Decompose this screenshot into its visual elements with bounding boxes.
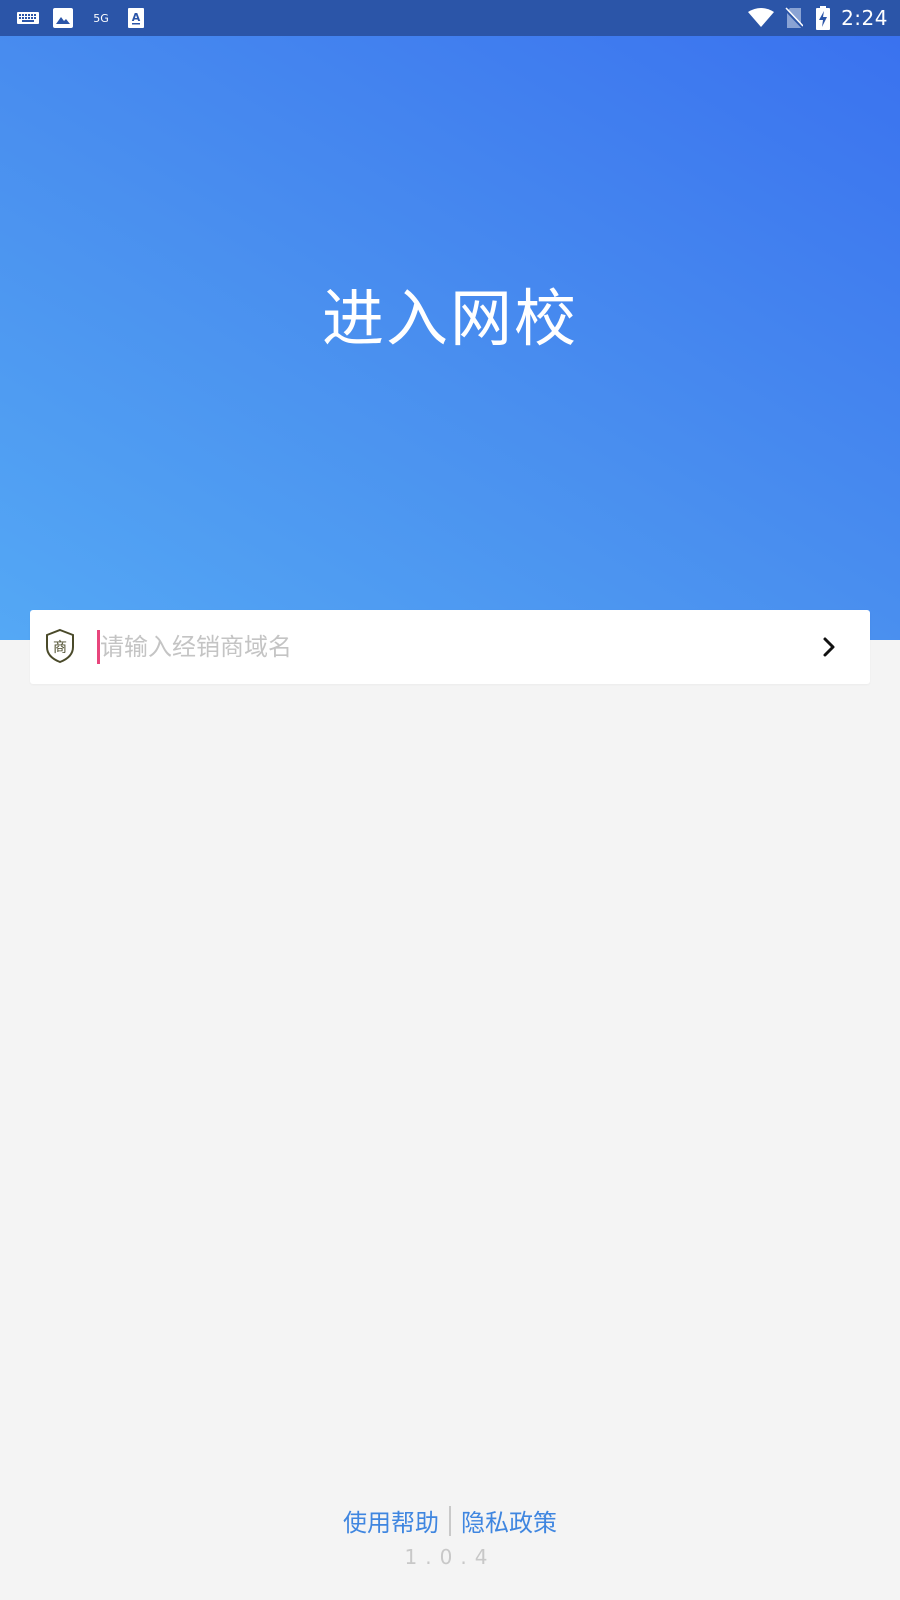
no-sim-icon [783,0,805,36]
version-label: 1.0.4 [404,1545,496,1569]
shop-badge-text: 商 [53,640,67,656]
domain-search-card: 商 [30,610,870,684]
hero-banner: 进入网校 [0,36,900,640]
image-icon [52,0,74,36]
5g-icon: 5G [93,11,109,25]
wifi-icon [747,0,775,36]
chevron-right-icon [823,637,835,657]
privacy-policy-link[interactable]: 隐私政策 [461,1503,557,1538]
shop-badge-icon: 商 [44,628,76,664]
status-bar: 5G A 2:24 [0,0,900,36]
domain-input[interactable] [100,624,790,670]
keyboard-icon [16,0,40,36]
text-a-icon: A [126,0,146,36]
footer-divider [449,1505,451,1536]
status-bar-left: 5G A [16,0,146,36]
help-link[interactable]: 使用帮助 [343,1503,439,1538]
svg-text:A: A [132,11,141,24]
battery-charging-icon [815,0,831,36]
footer-links: 使用帮助 隐私政策 [0,1503,900,1538]
submit-button[interactable] [806,624,852,670]
status-time: 2:24 [841,6,888,30]
page-title: 进入网校 [321,282,578,355]
status-bar-right: 2:24 [747,0,888,36]
